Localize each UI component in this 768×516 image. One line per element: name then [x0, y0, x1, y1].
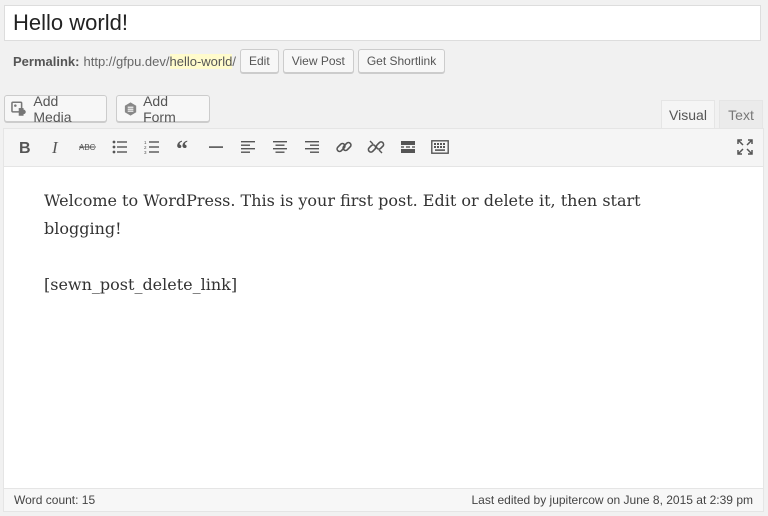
permalink-bar: Permalink: http://gfpu.dev/hello-world / …: [13, 48, 446, 74]
add-media-icon: [11, 100, 26, 116]
bulleted-list-icon[interactable]: [108, 135, 132, 159]
content-paragraph: Welcome to WordPress. This is your first…: [44, 191, 641, 238]
permalink-trailing: /: [232, 53, 236, 69]
unlink-icon[interactable]: [364, 135, 388, 159]
permalink-base-url: http://gfpu.dev/: [83, 53, 170, 69]
svg-text:I: I: [51, 139, 59, 155]
svg-text:“: “: [176, 140, 188, 154]
post-title-input[interactable]: Hello world!: [4, 5, 761, 41]
add-form-button[interactable]: Add Form: [116, 92, 210, 125]
svg-text:B: B: [19, 140, 31, 155]
form-icon: [124, 101, 137, 116]
link-icon[interactable]: [332, 135, 356, 159]
align-left-icon[interactable]: [236, 135, 260, 159]
add-media-label: Add Media: [33, 92, 72, 125]
content-shortcode: [sewn_post_delete_link]: [44, 275, 238, 294]
permalink-edit-button[interactable]: Edit: [240, 49, 279, 73]
last-edited-info: Last edited by jupitercow on June 8, 201…: [471, 493, 753, 507]
add-form-label: Add Form: [143, 92, 176, 125]
add-media-button[interactable]: Add Media: [4, 92, 107, 125]
strikethrough-icon[interactable]: ABC: [76, 135, 100, 159]
editor-content[interactable]: Welcome to WordPress. This is your first…: [4, 167, 763, 347]
permalink-label: Permalink:: [13, 53, 80, 69]
fullscreen-icon[interactable]: [733, 135, 757, 159]
numbered-list-icon[interactable]: 123: [140, 135, 164, 159]
tab-text[interactable]: Text: [719, 100, 763, 129]
editor-area: B I ABC 123 “ Welcome to WordPress. This…: [3, 128, 764, 512]
permalink-slug[interactable]: hello-world: [169, 53, 233, 69]
read-more-icon[interactable]: [396, 135, 420, 159]
editor-toolbar: B I ABC 123 “: [4, 129, 763, 167]
post-title-text: Hello world!: [13, 10, 128, 35]
bold-icon[interactable]: B: [12, 135, 36, 159]
editor-status-bar: Word count: 15 Last edited by jupitercow…: [4, 488, 763, 511]
tab-visual[interactable]: Visual: [661, 100, 715, 129]
align-center-icon[interactable]: [268, 135, 292, 159]
svg-text:3: 3: [144, 150, 147, 154]
blockquote-icon[interactable]: “: [172, 135, 196, 159]
align-right-icon[interactable]: [300, 135, 324, 159]
word-count: Word count: 15: [14, 493, 96, 507]
view-post-button[interactable]: View Post: [282, 49, 354, 73]
tab-visual-label: Visual: [669, 107, 707, 123]
horizontal-line-icon[interactable]: [204, 135, 228, 159]
get-shortlink-button[interactable]: Get Shortlink: [357, 49, 446, 73]
tab-text-label: Text: [728, 107, 754, 123]
toolbar-toggle-icon[interactable]: [428, 135, 452, 159]
italic-icon[interactable]: I: [44, 135, 68, 159]
